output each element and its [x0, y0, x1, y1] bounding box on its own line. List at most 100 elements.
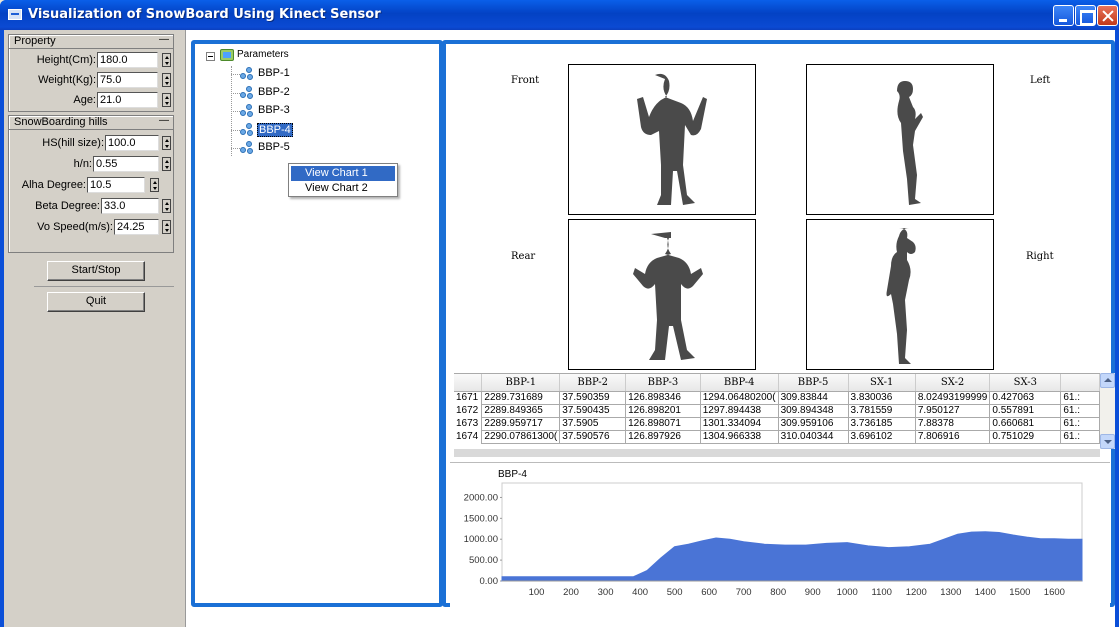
- table-cell[interactable]: 61.:: [1060, 416, 1100, 431]
- x-tick-label: 1500: [1009, 587, 1030, 598]
- table-cell[interactable]: 3.696102: [847, 429, 916, 444]
- front-view-image: [568, 64, 756, 215]
- table-cell[interactable]: 2289.731689: [481, 390, 561, 405]
- start-stop-button[interactable]: Start/Stop: [47, 261, 145, 281]
- beta-degree-input[interactable]: 33.0: [101, 198, 159, 214]
- table-cell[interactable]: 7.950127: [914, 403, 991, 418]
- table-cell[interactable]: 37.5905: [559, 416, 627, 431]
- hill-size-input[interactable]: 100.0: [105, 135, 159, 151]
- hn-input[interactable]: 0.55: [93, 156, 159, 172]
- data-grid: BBP-1 BBP-2 BBP-3 BBP-4 BBP-5 SX-1 SX-2 …: [454, 373, 1100, 450]
- menu-item-view-chart-2[interactable]: View Chart 2: [291, 181, 395, 196]
- table-row[interactable]: 1673 2289.959717 37.5905 126.898071 1301…: [454, 416, 1100, 431]
- table-cell[interactable]: 0.557891: [989, 403, 1062, 418]
- table-cell[interactable]: 37.590435: [559, 403, 627, 418]
- weight-spinner[interactable]: [162, 73, 171, 87]
- table-cell[interactable]: 126.897926: [625, 429, 701, 444]
- table-cell[interactable]: 3.781559: [847, 403, 916, 418]
- tree-item-label: BBP-1: [258, 67, 290, 79]
- property-group-title: Property: [14, 35, 56, 47]
- table-cell[interactable]: 310.040344: [777, 429, 849, 444]
- age-input[interactable]: 21.0: [97, 92, 158, 108]
- chart-title: BBP-4: [498, 469, 527, 480]
- menu-item-view-chart-1[interactable]: View Chart 1: [291, 166, 395, 181]
- node-icon: [240, 104, 254, 117]
- hn-spinner[interactable]: [162, 157, 171, 171]
- column-header[interactable]: SX-2: [915, 374, 991, 392]
- table-cell[interactable]: 61.:: [1060, 390, 1100, 405]
- alpha-degree-input[interactable]: 10.5: [87, 177, 145, 193]
- column-header[interactable]: BBP-5: [778, 374, 849, 392]
- table-cell[interactable]: 2290.07861300(: [481, 429, 561, 444]
- table-cell[interactable]: 7.88378: [914, 416, 991, 431]
- table-cell[interactable]: 7.806916: [914, 429, 991, 444]
- vo-speed-label: Vo Speed(m/s):: [37, 221, 113, 233]
- column-header[interactable]: [1060, 374, 1100, 392]
- collapse-expander-icon[interactable]: [206, 52, 215, 61]
- table-cell[interactable]: 0.751029: [989, 429, 1062, 444]
- column-header[interactable]: BBP-2: [559, 374, 627, 392]
- property-collapse-button[interactable]: —: [158, 35, 170, 47]
- table-cell[interactable]: 61.:: [1060, 429, 1100, 444]
- table-cell[interactable]: 3.830036: [847, 390, 916, 405]
- right-view-image: [806, 219, 994, 370]
- age-spinner[interactable]: [162, 93, 171, 107]
- table-cell[interactable]: 1294.06480200(: [699, 390, 779, 405]
- table-cell[interactable]: 2289.849365: [481, 403, 561, 418]
- vo-speed-input[interactable]: 24.25: [114, 219, 159, 235]
- front-view-label: Front: [511, 75, 540, 86]
- column-header[interactable]: BBP-3: [625, 374, 701, 392]
- app-window: Visualization of SnowBoard Using Kinect …: [0, 0, 1119, 627]
- table-cell[interactable]: 309.959106: [777, 416, 849, 431]
- column-header[interactable]: SX-3: [989, 374, 1062, 392]
- table-cell[interactable]: 3.736185: [847, 416, 916, 431]
- minimize-button[interactable]: [1053, 5, 1074, 26]
- alpha-degree-spinner[interactable]: [150, 178, 159, 192]
- table-cell[interactable]: 37.590359: [559, 390, 627, 405]
- x-tick-label: 1200: [906, 587, 927, 598]
- table-row[interactable]: 1674 2290.07861300( 37.590576 126.897926…: [454, 429, 1100, 444]
- grid-vertical-scrollbar[interactable]: [1100, 373, 1115, 449]
- table-cell[interactable]: 309.894348: [777, 403, 849, 418]
- height-label: Height(Cm):: [36, 54, 96, 66]
- table-cell[interactable]: 61.:: [1060, 403, 1100, 418]
- beta-degree-spinner[interactable]: [162, 199, 171, 213]
- rear-view-label: Rear: [511, 251, 536, 262]
- hill-size-spinner[interactable]: [162, 136, 171, 150]
- x-tick-label: 200: [563, 587, 579, 598]
- maximize-button[interactable]: [1075, 5, 1096, 26]
- table-cell[interactable]: 0.427063: [989, 390, 1062, 405]
- table-cell[interactable]: 126.898346: [625, 390, 701, 405]
- scroll-down-arrow-icon[interactable]: [1100, 434, 1115, 449]
- column-header[interactable]: SX-1: [848, 374, 916, 392]
- table-cell[interactable]: 126.898071: [625, 416, 701, 431]
- table-cell[interactable]: 2289.959717: [481, 416, 561, 431]
- title-bar[interactable]: Visualization of SnowBoard Using Kinect …: [0, 0, 1119, 30]
- scroll-up-arrow-icon[interactable]: [1100, 373, 1115, 388]
- grid-horizontal-scrollbar[interactable]: [454, 449, 1100, 457]
- table-row[interactable]: 1672 2289.849365 37.590435 126.898201 12…: [454, 403, 1100, 418]
- height-input[interactable]: 180.0: [97, 52, 158, 68]
- height-spinner[interactable]: [162, 53, 171, 67]
- column-header[interactable]: BBP-1: [481, 374, 561, 392]
- weight-input[interactable]: 75.0: [97, 72, 158, 88]
- table-row[interactable]: 1671 2289.731689 37.590359 126.898346 12…: [454, 390, 1100, 405]
- vo-speed-spinner[interactable]: [162, 220, 171, 234]
- table-cell[interactable]: 309.83844: [777, 390, 849, 405]
- left-control-panel: Property — Height(Cm): 180.0 Weight(Kg):…: [4, 30, 186, 627]
- close-button[interactable]: [1097, 5, 1118, 26]
- tree-item-label: BBP-2: [258, 86, 290, 98]
- table-cell[interactable]: 126.898201: [625, 403, 701, 418]
- y-tick-label: 1500.00: [464, 513, 498, 524]
- quit-button[interactable]: Quit: [47, 292, 145, 312]
- column-header[interactable]: BBP-4: [700, 374, 779, 392]
- table-cell[interactable]: 8.02493199999: [914, 390, 991, 405]
- table-cell[interactable]: 1297.894438: [699, 403, 779, 418]
- table-cell[interactable]: 1301.334094: [699, 416, 779, 431]
- table-cell[interactable]: 0.660681: [989, 416, 1062, 431]
- table-cell[interactable]: 37.590576: [559, 429, 627, 444]
- hills-collapse-button[interactable]: —: [158, 116, 170, 128]
- table-cell[interactable]: 1304.966338: [699, 429, 779, 444]
- parameters-tree: Parameters BBP-1 BBP-2 BBP-3 BBP-4 BBP-5: [191, 40, 443, 607]
- property-group: Property — Height(Cm): 180.0 Weight(Kg):…: [8, 34, 174, 112]
